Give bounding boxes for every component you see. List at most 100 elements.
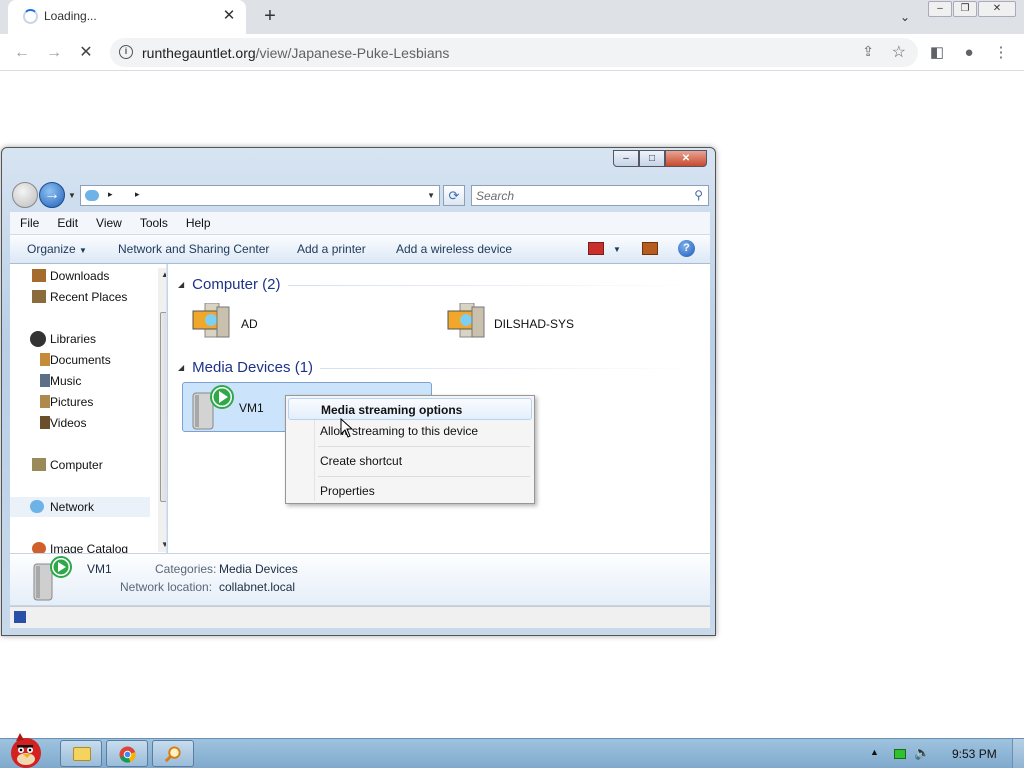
- menu-item-media-streaming-options[interactable]: Media streaming options: [288, 398, 532, 420]
- explorer-maximize-button[interactable]: □: [639, 150, 665, 167]
- taskbar-explorer-button[interactable]: [60, 740, 102, 767]
- bookmark-star-icon[interactable]: ☆: [892, 42, 906, 62]
- media-device-icon: [192, 385, 234, 430]
- start-button-angry-bird-icon[interactable]: [2, 731, 50, 768]
- breadcrumb-arrow-icon[interactable]: ▸: [135, 189, 140, 200]
- details-categories-label: Categories:: [155, 562, 217, 576]
- nav-item-videos[interactable]: Videos: [10, 413, 150, 433]
- address-bar[interactable]: i runthegauntlet.org/view/Japanese-Puke-…: [110, 38, 918, 67]
- nav-label: Libraries: [50, 332, 97, 346]
- taskbar-clock[interactable]: 9:53 PM: [952, 747, 997, 761]
- organize-dropdown-icon: ▼: [79, 246, 87, 255]
- taskbar-search-app-button[interactable]: [152, 740, 194, 767]
- url-path: /view/Japanese-Puke-Lesbians: [255, 45, 450, 61]
- collapse-triangle-icon[interactable]: ◢: [178, 363, 184, 372]
- site-info-icon[interactable]: i: [119, 45, 133, 59]
- new-tab-button[interactable]: +: [258, 4, 282, 28]
- change-view-icon[interactable]: [588, 242, 604, 255]
- scroll-down-icon[interactable]: ▼: [161, 540, 166, 549]
- explorer-forward-button[interactable]: →: [39, 182, 65, 208]
- show-desktop-button[interactable]: [1012, 739, 1024, 768]
- menu-item-label: Properties: [320, 484, 375, 498]
- nav-item-recent-places[interactable]: Recent Places: [10, 287, 150, 307]
- network-sharing-center-button[interactable]: Network and Sharing Center: [118, 242, 269, 256]
- nav-item-music[interactable]: Music: [10, 371, 150, 391]
- scroll-thumb[interactable]: [160, 312, 166, 502]
- side-panel-icon[interactable]: ◧: [927, 43, 947, 63]
- status-network-icon: [14, 611, 26, 623]
- collapse-triangle-icon[interactable]: ◢: [178, 280, 184, 289]
- scroll-up-icon[interactable]: ▲: [161, 270, 166, 279]
- nav-item-pictures[interactable]: Pictures: [10, 392, 150, 412]
- menu-file[interactable]: File: [10, 216, 47, 230]
- menu-view[interactable]: View: [86, 216, 130, 230]
- tab-title: Loading...: [44, 9, 97, 23]
- tray-overflow-icon[interactable]: ▲: [870, 747, 879, 757]
- menu-item-label: Media streaming options: [321, 403, 463, 417]
- nav-label: Computer: [50, 458, 103, 472]
- videos-icon: [40, 416, 50, 429]
- menu-help[interactable]: Help: [176, 216, 219, 230]
- taskbar-chrome-button[interactable]: [106, 740, 148, 767]
- menu-edit[interactable]: Edit: [47, 216, 86, 230]
- explorer-back-button[interactable]: [12, 182, 38, 208]
- explorer-window-controls: – □ ✕: [613, 150, 707, 167]
- nav-item-image-catalog[interactable]: Image Catalog: [10, 539, 150, 553]
- media-device-icon: [33, 556, 72, 601]
- nav-label: Documents: [50, 353, 111, 367]
- menu-tools[interactable]: Tools: [130, 216, 176, 230]
- network-status-icon[interactable]: [894, 749, 906, 759]
- add-wireless-device-button[interactable]: Add a wireless device: [396, 242, 512, 256]
- nav-item-downloads[interactable]: Downloads: [10, 266, 150, 286]
- back-arrow-icon[interactable]: ←: [10, 41, 34, 65]
- explorer-search-box[interactable]: Search ⚲: [471, 185, 709, 206]
- loading-spinner-icon: [23, 9, 38, 24]
- group-header-computer[interactable]: ◢ Computer (2): [178, 276, 281, 293]
- window-restore-button[interactable]: ❐: [953, 1, 977, 17]
- navigation-pane: Downloads Recent Places Libraries Docume…: [10, 264, 167, 553]
- nav-item-network[interactable]: Network: [10, 497, 150, 517]
- organize-button[interactable]: Organize ▼: [27, 242, 87, 256]
- recent-pages-dropdown-icon[interactable]: ▼: [68, 191, 76, 200]
- menu-kebab-icon[interactable]: ⋮: [991, 43, 1011, 63]
- stop-loading-icon[interactable]: ✕: [74, 41, 98, 65]
- menu-item-create-shortcut[interactable]: Create shortcut: [288, 450, 532, 472]
- window-minimize-button[interactable]: –: [928, 1, 952, 17]
- refresh-button[interactable]: ⟳: [443, 185, 465, 206]
- explorer-minimize-button[interactable]: –: [613, 150, 639, 167]
- image-catalog-icon: [32, 542, 46, 553]
- explorer-close-button[interactable]: ✕: [665, 150, 707, 167]
- window-close-button[interactable]: ✕: [978, 1, 1016, 17]
- magnifier-icon: [165, 746, 181, 763]
- profile-icon[interactable]: ●: [959, 43, 979, 63]
- tab-close-icon[interactable]: ✕: [218, 5, 240, 27]
- nav-item-documents[interactable]: Documents: [10, 350, 150, 370]
- address-dropdown-icon[interactable]: ▼: [427, 191, 435, 200]
- menu-item-allow-streaming[interactable]: Allow streaming to this device: [288, 420, 532, 442]
- menu-item-properties[interactable]: Properties: [288, 480, 532, 502]
- preview-pane-icon[interactable]: [642, 242, 658, 255]
- pictures-icon: [40, 395, 50, 408]
- nav-item-libraries[interactable]: Libraries: [10, 329, 150, 349]
- chrome-icon: [119, 746, 136, 763]
- help-icon[interactable]: ?: [678, 240, 695, 257]
- browser-tab[interactable]: Loading... ✕: [8, 0, 246, 34]
- add-printer-button[interactable]: Add a printer: [297, 242, 366, 256]
- computer-item-ad[interactable]: AD: [183, 299, 383, 349]
- network-computer-icon: [192, 303, 230, 338]
- item-label: AD: [241, 317, 258, 331]
- group-divider: [320, 368, 698, 369]
- computer-item-dilshad-sys[interactable]: DILSHAD-SYS: [438, 299, 638, 349]
- share-icon[interactable]: ⇪: [862, 43, 874, 60]
- explorer-address-bar[interactable]: ▸ ▸ ▼: [80, 185, 440, 206]
- nav-item-computer[interactable]: Computer: [10, 455, 150, 475]
- tab-search-chevron-icon[interactable]: ⌄: [894, 6, 916, 28]
- forward-arrow-icon[interactable]: →: [42, 41, 66, 65]
- group-header-media-devices[interactable]: ◢ Media Devices (1): [178, 359, 313, 376]
- breadcrumb-arrow-icon[interactable]: ▸: [108, 189, 113, 200]
- address-url[interactable]: runthegauntlet.org/view/Japanese-Puke-Le…: [142, 45, 449, 61]
- volume-icon[interactable]: 🔈: [914, 745, 930, 761]
- nav-scrollbar[interactable]: ▲ ▼: [158, 268, 166, 552]
- search-icon[interactable]: ⚲: [694, 188, 703, 202]
- view-dropdown-icon[interactable]: ▼: [613, 245, 621, 254]
